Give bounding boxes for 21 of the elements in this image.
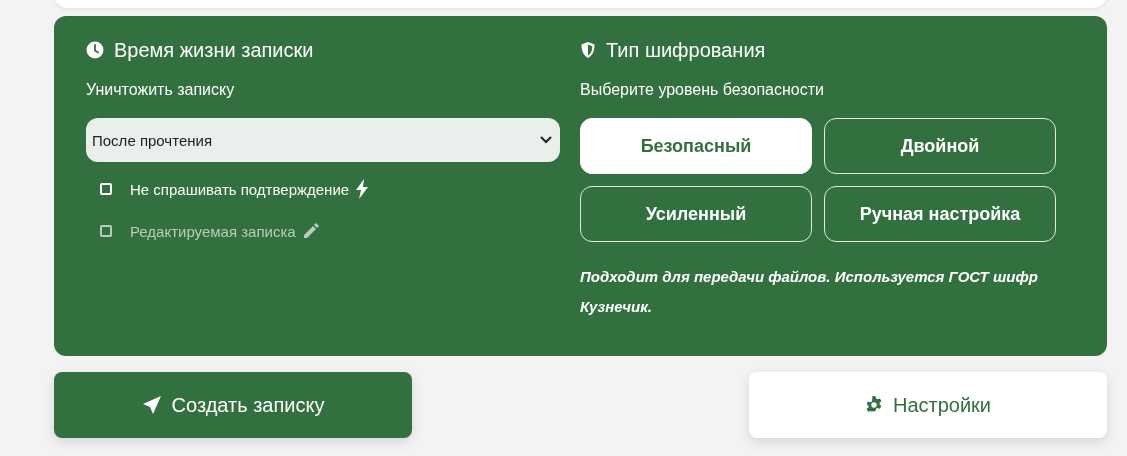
lightning-icon [355,179,370,199]
pencil-icon [301,222,320,240]
security-level-button[interactable]: Усиленный [580,186,812,242]
section-title: Время жизни записки [114,38,314,62]
shield-icon [580,41,596,59]
description-text: Подходит для передачи файлов. Используется ГОСТ шифр Кузнечик. [580,267,1039,317]
field-label: Уничтожить записку [86,80,236,100]
clock-icon [86,41,104,59]
create-note-button[interactable]: Создать записку [54,372,412,438]
dropdown[interactable]: После прочтения [86,118,560,162]
security-level-button[interactable]: Ручная настройка [824,186,1056,242]
checkbox-label: Редактируемая записка [130,222,296,240]
security-level-button[interactable]: Двойной [824,118,1056,174]
chevron-down-icon [540,136,552,144]
checkbox-label: Не спрашивать подтверждение [130,180,350,198]
field-label: Выберите уровень безопасности [580,80,825,100]
section-title: Тип шифрования [606,38,766,62]
gear-icon [864,396,883,414]
security-level-button[interactable]: Безопасный [580,118,812,174]
settings-button[interactable]: Настройки [749,372,1107,438]
paper-plane-icon [141,395,162,415]
